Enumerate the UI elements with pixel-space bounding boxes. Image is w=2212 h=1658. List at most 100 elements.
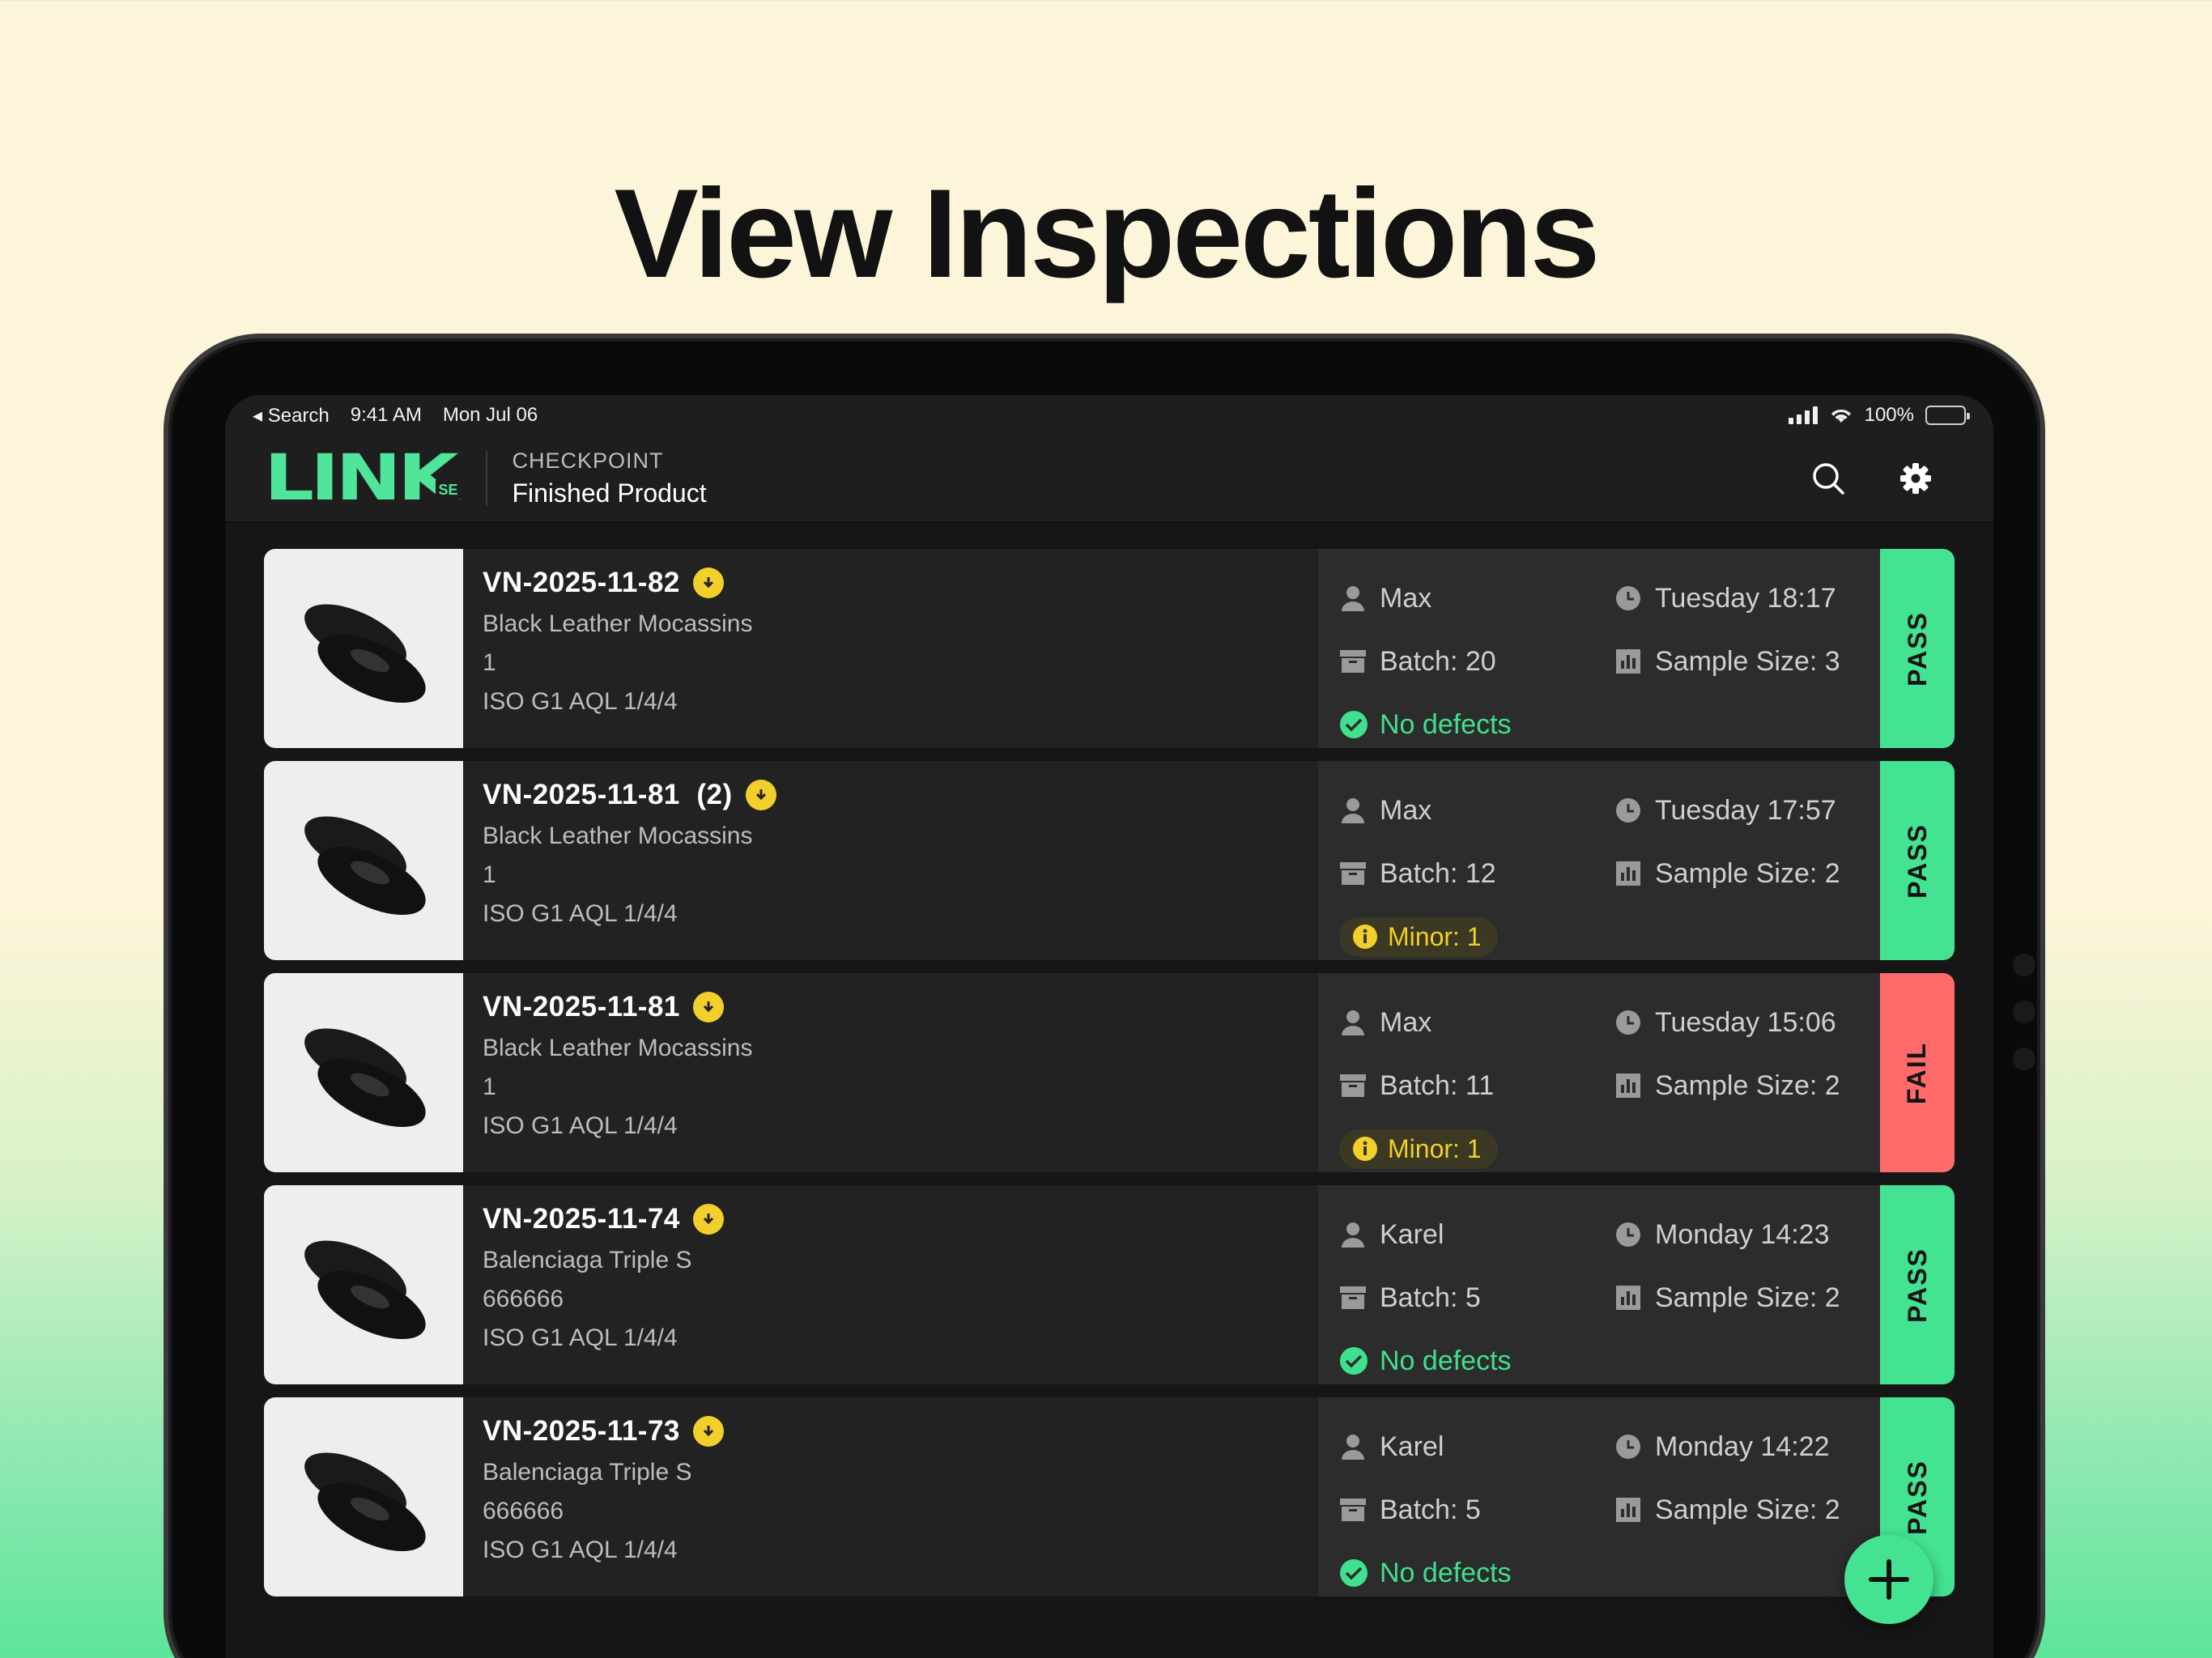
shoe-image <box>304 1452 426 1552</box>
app-screen: ◂ Search 9:41 AM Mon Jul 06 100% LINK SE… <box>225 395 1993 1658</box>
box-icon <box>1339 1496 1367 1524</box>
product-name: Black Leather Mocassins <box>483 823 753 849</box>
header-divider <box>486 451 488 506</box>
inspection-card[interactable]: VN-2025-11-81 (2) Black Leather Mocassin… <box>264 761 1955 960</box>
status-badge: PASS <box>1880 549 1955 748</box>
status-badge: FAIL <box>1880 973 1955 1172</box>
inspector-name: Max <box>1380 582 1432 614</box>
shoe-image <box>304 604 426 704</box>
status-time: 9:41 AM <box>350 404 422 426</box>
status-label: PASS <box>1902 610 1932 687</box>
app-header: LINK SE CHECKPOINT Finished Product <box>225 436 1993 523</box>
battery-percent: 100% <box>1864 404 1914 426</box>
defects-summary: No defects <box>1339 1346 1512 1377</box>
clock-icon <box>1614 1433 1642 1460</box>
product-name: Balenciaga Triple S <box>483 1247 692 1273</box>
inspection-time: Monday 14:23 <box>1655 1218 1830 1250</box>
defects-label: No defects <box>1380 708 1512 740</box>
status-label: FAIL <box>1902 1041 1932 1104</box>
cloud-download-icon[interactable] <box>692 992 724 1022</box>
aql-standard: ISO G1 AQL 1/4/4 <box>483 688 678 715</box>
box-icon <box>1339 1072 1367 1099</box>
info-icon <box>1353 925 1377 949</box>
plus-icon <box>1869 1559 1909 1600</box>
product-thumbnail <box>264 761 463 960</box>
product-qty: 666666 <box>483 1286 564 1312</box>
aql-standard: ISO G1 AQL 1/4/4 <box>483 900 678 927</box>
product-name: Black Leather Mocassins <box>483 610 753 637</box>
sample-size: Sample Size: 2 <box>1655 1069 1840 1101</box>
inspection-list: VN-2025-11-82 Black Leather Mocassins 1 … <box>225 523 1993 1596</box>
inspection-card[interactable]: VN-2025-11-73 Balenciaga Triple S 666666… <box>264 1397 1955 1596</box>
defects-summary: No defects <box>1339 709 1512 741</box>
product-thumbnail <box>264 1397 463 1596</box>
search-icon <box>1813 463 1844 495</box>
info-icon <box>1353 1137 1377 1161</box>
status-date: Mon Jul 06 <box>442 404 538 426</box>
inspection-card[interactable]: VN-2025-11-74 Balenciaga Triple S 666666… <box>264 1185 1955 1384</box>
back-to-search-link[interactable]: ◂ Search <box>253 404 330 427</box>
shoe-image <box>304 1240 426 1340</box>
bar-chart-icon <box>1614 648 1642 675</box>
defects-summary: Minor: 1 <box>1339 916 1498 957</box>
inspection-card[interactable]: VN-2025-11-81 Black Leather Mocassins 1 … <box>264 973 1955 1172</box>
aql-standard: ISO G1 AQL 1/4/4 <box>483 1112 678 1139</box>
cloud-download-icon[interactable] <box>692 1416 724 1447</box>
bar-chart-icon <box>1614 1284 1642 1312</box>
inspection-card[interactable]: VN-2025-11-82 Black Leather Mocassins 1 … <box>264 549 1955 748</box>
wifi-icon <box>1831 409 1851 423</box>
defects-label: No defects <box>1380 1345 1512 1376</box>
inspection-ref: VN-2025-11-82 <box>483 567 680 598</box>
product-qty: 666666 <box>483 1498 564 1524</box>
add-inspection-button[interactable] <box>1844 1535 1933 1624</box>
inspection-time: Tuesday 18:17 <box>1655 582 1836 614</box>
check-circle-icon <box>1340 1347 1368 1375</box>
inspector-name: Karel <box>1380 1431 1444 1462</box>
inspection-ref: VN-2025-11-73 <box>483 1415 680 1447</box>
cloud-download-icon[interactable] <box>745 780 776 810</box>
user-icon <box>1339 1433 1367 1460</box>
inspector-name: Karel <box>1380 1218 1444 1250</box>
product-qty: 1 <box>483 861 496 888</box>
cloud-download-icon[interactable] <box>692 568 724 598</box>
tablet-frame: ◂ Search 9:41 AM Mon Jul 06 100% LINK SE… <box>164 334 2045 1658</box>
status-label: PASS <box>1902 823 1932 899</box>
defects-label: Minor: 1 <box>1388 921 1482 951</box>
defects-summary: Minor: 1 <box>1339 1129 1498 1169</box>
page-headline: View Inspections <box>614 164 1601 304</box>
settings-button[interactable] <box>1896 459 1935 498</box>
inspection-time: Tuesday 15:06 <box>1655 1006 1836 1038</box>
shoe-image <box>304 816 426 916</box>
user-icon <box>1339 585 1367 612</box>
bar-chart-icon <box>1614 1072 1642 1099</box>
device-buttons <box>2013 954 2035 1095</box>
product-qty: 1 <box>483 1073 496 1100</box>
inspection-time: Tuesday 17:57 <box>1655 794 1836 826</box>
battery-icon <box>1925 406 1970 425</box>
inspection-ref: VN-2025-11-74 <box>483 1203 680 1235</box>
status-bar: ◂ Search 9:41 AM Mon Jul 06 100% <box>225 395 1993 436</box>
product-name: Balenciaga Triple S <box>483 1459 692 1486</box>
inspector-name: Max <box>1380 794 1432 826</box>
inspection-time: Monday 14:22 <box>1655 1431 1830 1462</box>
bar-chart-icon <box>1614 860 1642 887</box>
user-icon <box>1339 797 1367 824</box>
checkpoint-title: Finished Product <box>512 478 707 508</box>
box-icon <box>1339 1284 1367 1312</box>
cellular-signal-icon <box>1788 406 1818 424</box>
cloud-download-icon[interactable] <box>692 1204 724 1235</box>
checkpoint-label: CHECKPOINT <box>512 449 664 473</box>
product-thumbnail <box>264 973 463 1172</box>
clock-icon <box>1614 797 1642 824</box>
aql-standard: ISO G1 AQL 1/4/4 <box>483 1324 678 1351</box>
check-circle-icon <box>1340 711 1368 738</box>
batch-number: Batch: 5 <box>1380 1494 1481 1525</box>
status-badge: PASS <box>1880 1185 1955 1384</box>
user-icon <box>1339 1221 1367 1248</box>
clock-icon <box>1614 1221 1642 1248</box>
aql-standard: ISO G1 AQL 1/4/4 <box>483 1537 678 1563</box>
sample-size: Sample Size: 2 <box>1655 857 1840 889</box>
sample-size: Sample Size: 2 <box>1655 1494 1840 1525</box>
inspection-ref: VN-2025-11-81 <box>483 991 680 1022</box>
search-button[interactable] <box>1809 459 1848 498</box>
